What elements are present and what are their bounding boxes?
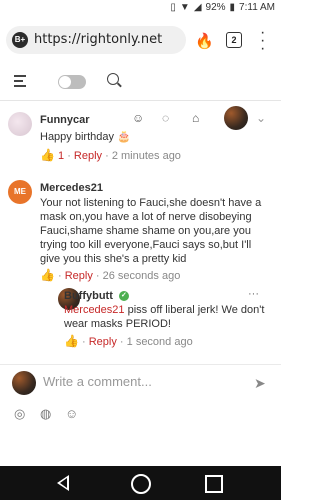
browser-toolbar: B+ https://rightonly.net 🔥 2 · · · [0, 18, 281, 64]
tabs-icon[interactable]: 2 [226, 32, 242, 48]
comment-author[interactable]: Funnycar [40, 114, 90, 126]
like-count: 1 [58, 150, 65, 162]
thumbs-up-icon[interactable]: 👍 [40, 148, 55, 162]
comment-author[interactable]: Mercedes21 [40, 182, 103, 194]
bell-icon[interactable]: ⌂ [192, 111, 199, 125]
comment-author[interactable]: Buffybutt [64, 290, 113, 302]
comment-meta: 👍 · Reply · 1 second ago [64, 334, 193, 348]
gif-icon[interactable]: ◍ [40, 406, 51, 422]
composer-tools: ◎ ◍ ☺ [0, 404, 281, 426]
cake-icon: 🎂 [117, 131, 131, 143]
comment-text: Happy birthday 🎂 [40, 130, 131, 144]
clock: 7:11 AM [239, 2, 275, 13]
more-options-icon[interactable]: ··· [248, 288, 259, 300]
chat-bubble-icon[interactable]: ◌ [162, 111, 169, 125]
current-user-avatar[interactable] [224, 106, 248, 130]
send-icon[interactable]: ➤ [254, 375, 266, 392]
wifi-icon: ▼ [179, 2, 190, 13]
comment-meta: 👍 · Reply · 26 seconds ago [40, 268, 181, 282]
camera-icon[interactable]: ◎ [14, 406, 25, 422]
comment-text: Mercedes21 piss off liberal jerk! We don… [64, 303, 274, 331]
battery-icon: ▮ [229, 2, 236, 13]
verified-icon: ✓ [118, 291, 129, 302]
address-bar[interactable]: B+ https://rightonly.net [6, 26, 186, 54]
composer-avatar [12, 371, 36, 395]
battery-level: 92% [205, 2, 226, 13]
signal-icon: ◢ [193, 2, 202, 13]
comment-text: Your not listening to Fauci,she doesn't … [40, 197, 262, 265]
thumbs-up-icon[interactable]: 👍 [40, 268, 55, 282]
comment-toolbar: ☺ ◌ ⌂ ⌄ [132, 106, 272, 130]
kebab-menu-icon[interactable]: · · · [260, 25, 265, 57]
comment-time: 26 seconds ago [102, 270, 181, 282]
avatar[interactable]: ME [8, 180, 32, 204]
reply-link[interactable]: Reply [89, 336, 117, 348]
app-header [0, 64, 281, 101]
fire-icon[interactable]: 🔥 [195, 32, 214, 50]
back-icon[interactable] [57, 475, 69, 491]
hamburger-menu-icon[interactable] [14, 75, 26, 90]
dark-mode-toggle[interactable] [58, 75, 86, 89]
thumbs-up-icon[interactable]: 👍 [64, 334, 79, 348]
mention-link[interactable]: Mercedes21 [64, 304, 125, 316]
url-text[interactable]: https://rightonly.net [34, 32, 162, 47]
comment-composer: Write a comment... ➤ [0, 364, 281, 401]
chevron-down-icon[interactable]: ⌄ [256, 111, 266, 125]
comment-input[interactable]: Write a comment... [43, 374, 152, 389]
system-nav-bar [0, 466, 281, 500]
vibrate-icon: ▯ [170, 2, 176, 13]
recent-apps-icon[interactable] [205, 475, 223, 493]
reply-link[interactable]: Reply [74, 150, 102, 162]
comment-text-body: Happy birthday [40, 131, 114, 143]
comment-author-wrap: Buffybutt ✓ [64, 290, 129, 302]
avatar[interactable] [8, 112, 32, 136]
comment-time: 1 second ago [126, 336, 193, 348]
group-icon[interactable]: ☺ [132, 111, 144, 125]
status-right: ▯ ▼ ◢ 92% ▮ 7:11 AM [170, 2, 275, 13]
site-badge-icon[interactable]: B+ [12, 32, 28, 48]
comment-meta: 👍 1 · Reply · 2 minutes ago [40, 148, 181, 162]
search-icon[interactable] [107, 73, 119, 85]
emoji-icon[interactable]: ☺ [65, 406, 78, 421]
comment-time: 2 minutes ago [111, 150, 181, 162]
home-icon[interactable] [131, 474, 151, 494]
reply-link[interactable]: Reply [65, 270, 93, 282]
status-bar: ▯ ▼ ◢ 92% ▮ 7:11 AM [0, 0, 281, 18]
